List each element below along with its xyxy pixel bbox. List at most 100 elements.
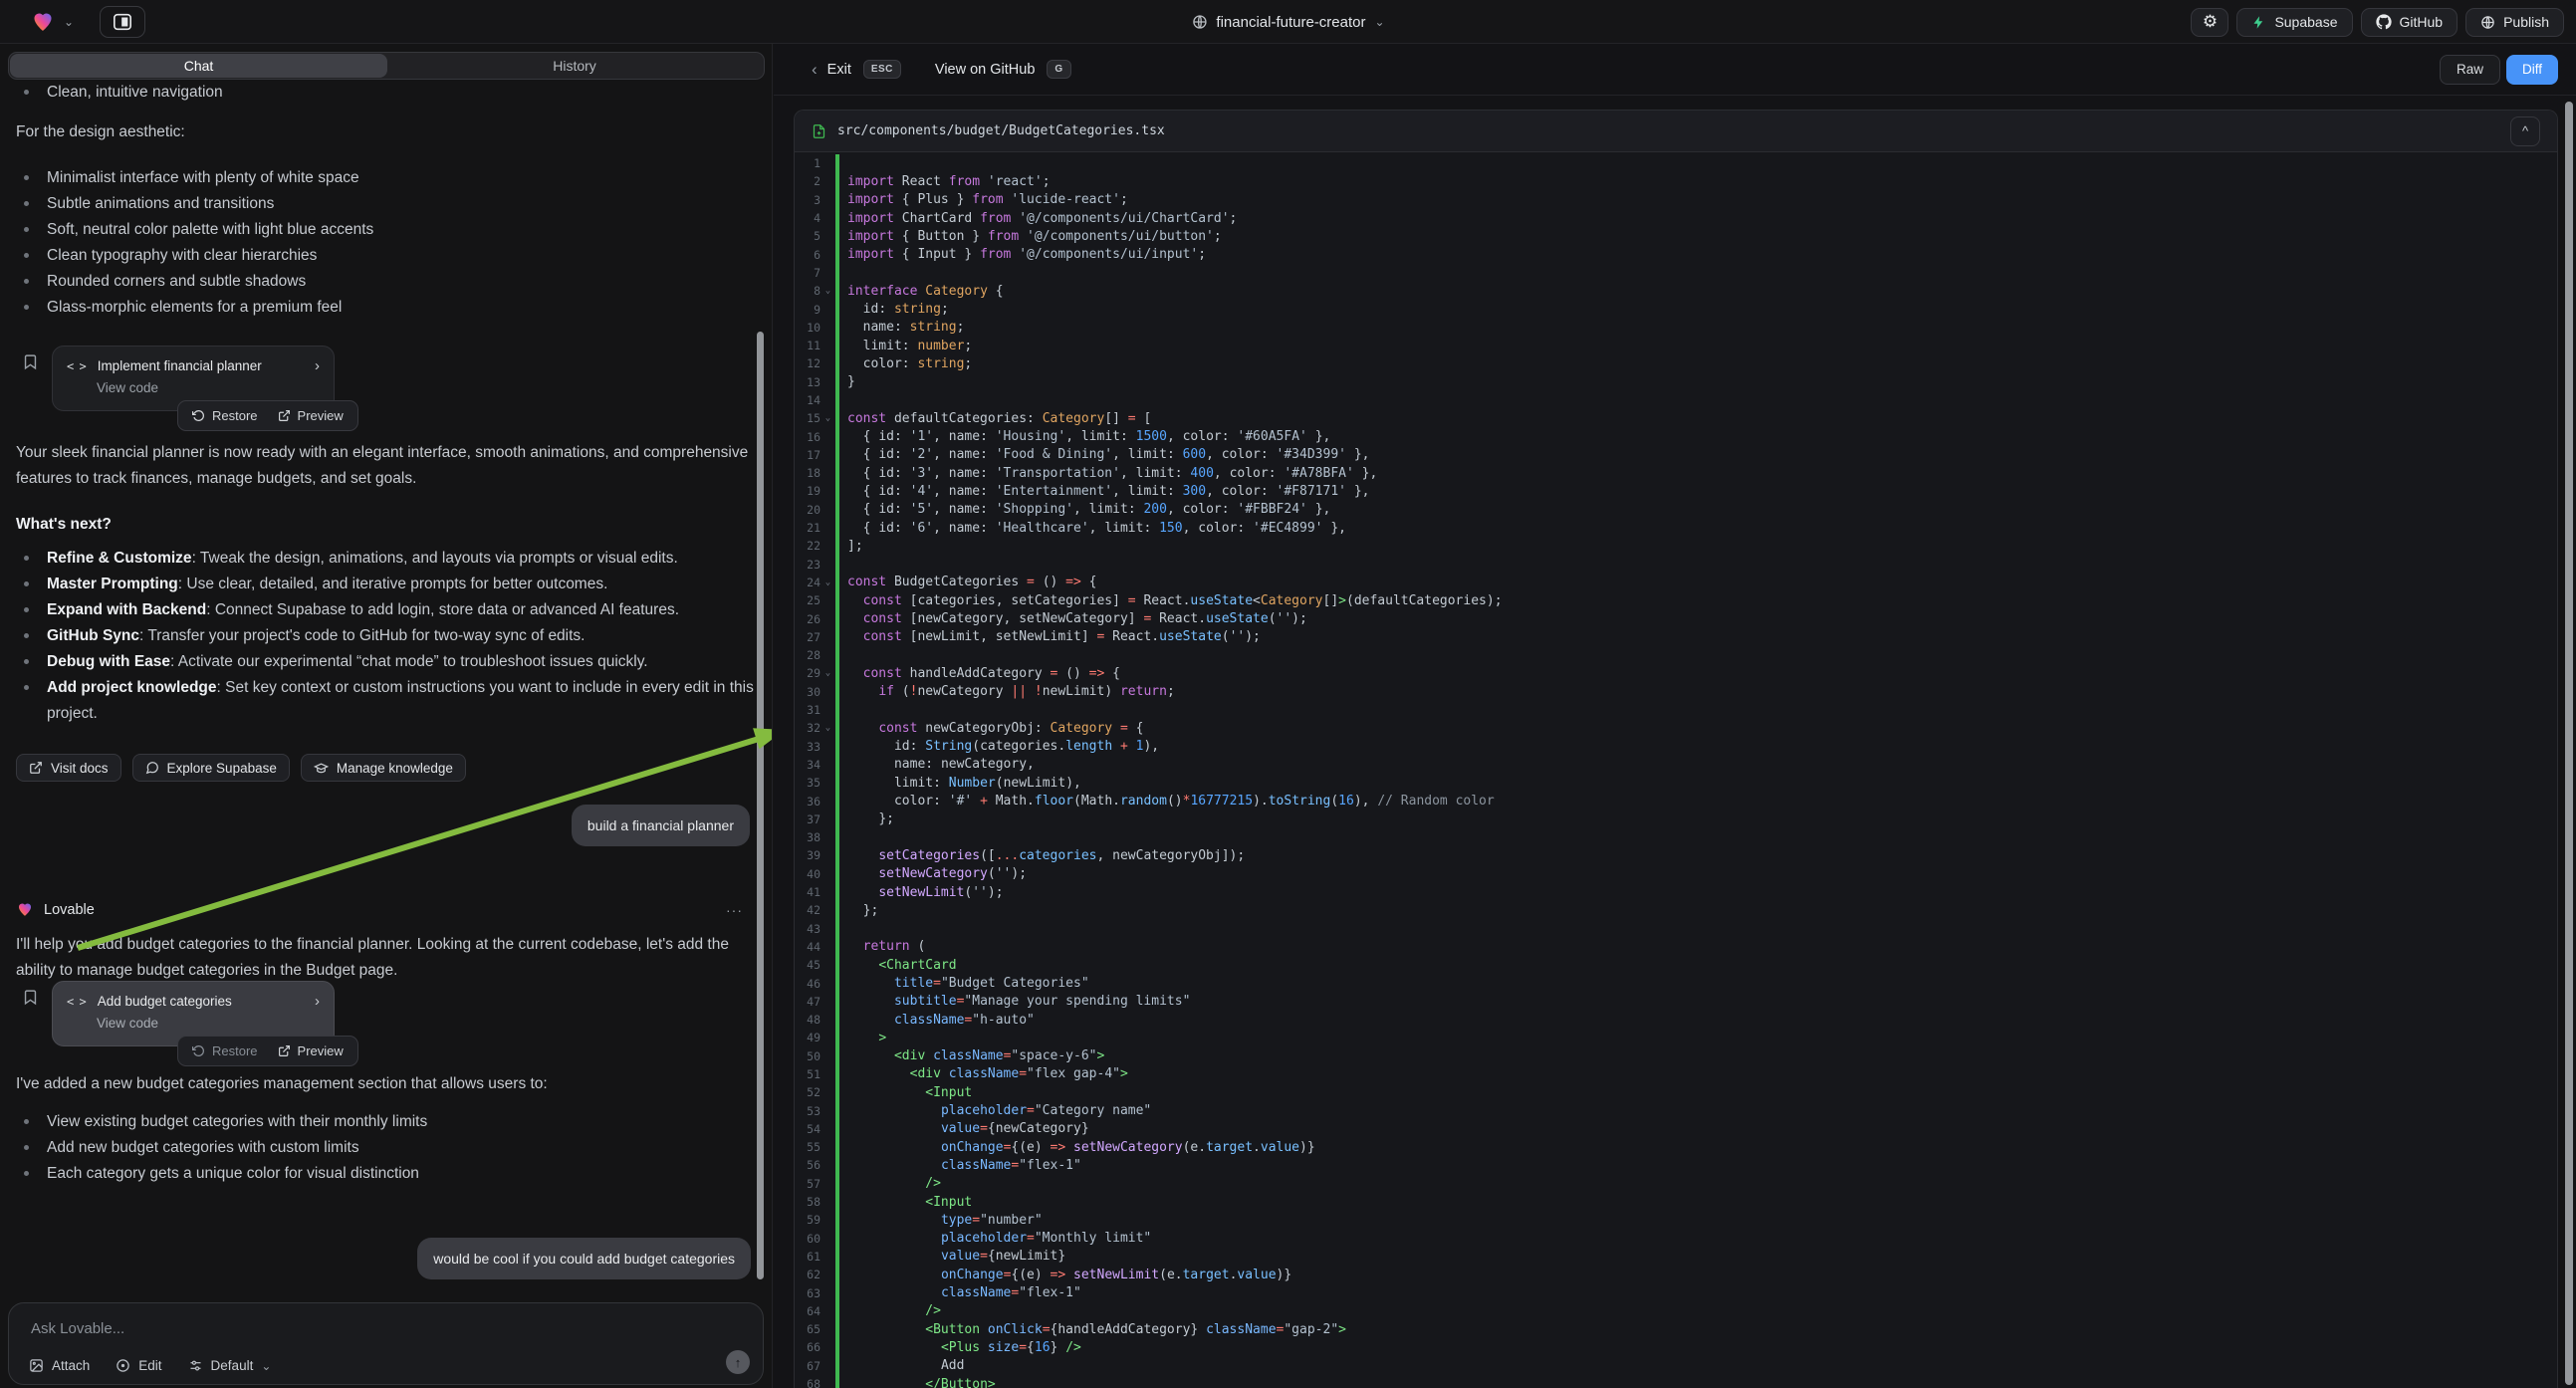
code-view-toolbar: ‹ Exit ESC View on GitHub G Raw Diff bbox=[774, 44, 2576, 96]
top-bar: ⌄ financial-future-creator ⌄ bbox=[0, 0, 2576, 44]
view-code-link[interactable]: View code bbox=[97, 1016, 320, 1031]
exit-button[interactable]: Exit bbox=[827, 62, 851, 78]
code-line: 60 placeholder="Monthly limit" bbox=[795, 1230, 2557, 1248]
diff-toggle-button[interactable]: Diff bbox=[2506, 55, 2558, 85]
explore-supabase-button[interactable]: Explore Supabase bbox=[132, 754, 290, 782]
code-line: 18 { id: '3', name: 'Transportation', li… bbox=[795, 464, 2557, 482]
code-line: 27 const [newLimit, setNewLimit] = React… bbox=[795, 628, 2557, 646]
code-line: 62 onChange={(e) => setNewLimit(e.target… bbox=[795, 1266, 2557, 1283]
design-bullet-list: Minimalist interface with plenty of whit… bbox=[16, 165, 757, 321]
collapse-file-button[interactable]: ^ bbox=[2510, 116, 2540, 146]
code-line: 4import ChartCard from '@/components/ui/… bbox=[795, 209, 2557, 227]
file-added-icon bbox=[812, 123, 826, 139]
image-icon bbox=[29, 1358, 44, 1373]
settings-button[interactable]: ⚙ bbox=[2191, 8, 2228, 37]
visit-docs-button[interactable]: Visit docs bbox=[16, 754, 121, 782]
list-item: GitHub Sync: Transfer your project's cod… bbox=[16, 623, 757, 649]
g-kbd-badge: G bbox=[1047, 60, 1070, 79]
code-line: 5import { Button } from '@/components/ui… bbox=[795, 227, 2557, 245]
view-code-link[interactable]: View code bbox=[97, 380, 320, 395]
code-line: 26 const [newCategory, setNewCategory] =… bbox=[795, 609, 2557, 627]
chevron-left-icon: ‹ bbox=[812, 60, 818, 80]
tab-chat[interactable]: Chat bbox=[10, 54, 387, 78]
project-switcher[interactable]: financial-future-creator ⌄ bbox=[1191, 0, 1384, 44]
raw-toggle-button[interactable]: Raw bbox=[2440, 55, 2500, 85]
chat-input[interactable]: Ask Lovable... bbox=[31, 1320, 124, 1337]
scrollbar-thumb[interactable] bbox=[2565, 102, 2573, 1385]
arrow-up-icon: ↑ bbox=[735, 1355, 742, 1370]
project-chevron-down-icon: ⌄ bbox=[1375, 16, 1385, 28]
code-line: 30 if (!newCategory || !newLimit) return… bbox=[795, 683, 2557, 701]
view-on-github-link[interactable]: View on GitHub bbox=[935, 62, 1035, 78]
manage-knowledge-button[interactable]: Manage knowledge bbox=[301, 754, 466, 782]
send-button[interactable]: ↑ bbox=[726, 1350, 750, 1374]
restore-button[interactable]: Restore bbox=[192, 408, 258, 423]
assistant-added-paragraph: I've added a new budget categories manag… bbox=[16, 1071, 757, 1097]
user-message-bubble: build a financial planner bbox=[572, 805, 750, 846]
file-path-bar[interactable]: src/components/budget/BudgetCategories.t… bbox=[795, 111, 2557, 152]
graduation-cap-icon bbox=[314, 761, 329, 776]
model-selector[interactable]: Default ⌄ bbox=[188, 1358, 272, 1373]
code-line: 14 bbox=[795, 391, 2557, 409]
preview-button[interactable]: Preview bbox=[278, 408, 344, 423]
publish-button[interactable]: Publish bbox=[2465, 8, 2564, 37]
message-options-icon[interactable]: ··· bbox=[726, 902, 743, 918]
logo-menu-chevron-down-icon[interactable]: ⌄ bbox=[64, 16, 74, 28]
edit-mode-button[interactable]: Edit bbox=[116, 1358, 161, 1373]
target-icon bbox=[116, 1358, 130, 1373]
toggle-sidebar-button[interactable] bbox=[100, 6, 145, 38]
next-steps-list: Refine & Customize: Tweak the design, an… bbox=[16, 546, 757, 727]
globe-icon bbox=[1191, 14, 1207, 30]
chat-scrollbar[interactable] bbox=[757, 332, 764, 1279]
supabase-bolt-icon bbox=[2251, 15, 2266, 30]
chat-panel: Chat History Clean, intuitive navigation… bbox=[0, 44, 773, 1388]
code-line: 55 onChange={(e) => setNewCategory(e.tar… bbox=[795, 1138, 2557, 1156]
code-line: 53 placeholder="Category name" bbox=[795, 1101, 2557, 1119]
list-item: Each category gets a unique color for vi… bbox=[16, 1161, 757, 1187]
github-icon bbox=[2376, 14, 2392, 30]
code-line: 52 <Input bbox=[795, 1083, 2557, 1101]
lovable-heart-icon bbox=[16, 901, 34, 918]
code-line: 23 bbox=[795, 556, 2557, 574]
code-panel: ‹ Exit ESC View on GitHub G Raw Diff src… bbox=[774, 44, 2576, 1388]
bookmark-icon[interactable] bbox=[22, 353, 39, 370]
code-line: 54 value={newCategory} bbox=[795, 1120, 2557, 1138]
tab-history[interactable]: History bbox=[386, 54, 763, 78]
code-line: 15⌄const defaultCategories: Category[] =… bbox=[795, 409, 2557, 427]
code-line: 36 color: '#' + Math.floor(Math.random()… bbox=[795, 792, 2557, 810]
code-line: 13} bbox=[795, 373, 2557, 391]
code-editor[interactable]: 1 2import React from 'react';3import { P… bbox=[795, 152, 2557, 1388]
lovable-logo-heart-icon[interactable] bbox=[30, 10, 56, 34]
list-item: Rounded corners and subtle shadows bbox=[16, 269, 757, 295]
code-line: 57 /> bbox=[795, 1175, 2557, 1193]
code-line: 47 subtitle="Manage your spending limits… bbox=[795, 993, 2557, 1011]
list-item: View existing budget categories with the… bbox=[16, 1109, 757, 1135]
attach-button[interactable]: Attach bbox=[29, 1358, 90, 1373]
code-line: 22]; bbox=[795, 537, 2557, 555]
added-features-list: View existing budget categories with the… bbox=[16, 1109, 757, 1187]
gear-icon: ⚙ bbox=[2203, 12, 2218, 32]
code-line: 7 bbox=[795, 264, 2557, 282]
restore-button[interactable]: Restore bbox=[192, 1043, 258, 1058]
list-item: Clean typography with clear hierarchies bbox=[16, 243, 757, 269]
code-line: 2import React from 'react'; bbox=[795, 172, 2557, 190]
code-line: 11 limit: number; bbox=[795, 337, 2557, 354]
chevron-right-icon: › bbox=[315, 357, 320, 374]
external-link-icon bbox=[29, 761, 43, 775]
list-item: Soft, neutral color palette with light b… bbox=[16, 217, 757, 243]
chat-history-tabs: Chat History bbox=[8, 52, 765, 80]
code-line: 31 bbox=[795, 701, 2557, 719]
code-line: 65 <Button onClick={handleAddCategory} c… bbox=[795, 1320, 2557, 1338]
bookmark-icon[interactable] bbox=[22, 989, 39, 1006]
chat-composer[interactable]: Ask Lovable... Attach Edit bbox=[8, 1302, 764, 1385]
caret-up-icon: ^ bbox=[2522, 123, 2528, 138]
code-line: 19 { id: '4', name: 'Entertainment', lim… bbox=[795, 482, 2557, 500]
code-scrollbar[interactable] bbox=[2565, 102, 2573, 1385]
project-name: financial-future-creator bbox=[1216, 14, 1365, 31]
code-line: 32⌄ const newCategoryObj: Category = { bbox=[795, 719, 2557, 737]
assistant-ready-paragraph: Your sleek financial planner is now read… bbox=[16, 440, 757, 492]
supabase-button[interactable]: Supabase bbox=[2236, 8, 2352, 37]
code-line: 34 name: newCategory, bbox=[795, 756, 2557, 774]
preview-button[interactable]: Preview bbox=[278, 1043, 344, 1058]
github-button[interactable]: GitHub bbox=[2361, 8, 2459, 37]
